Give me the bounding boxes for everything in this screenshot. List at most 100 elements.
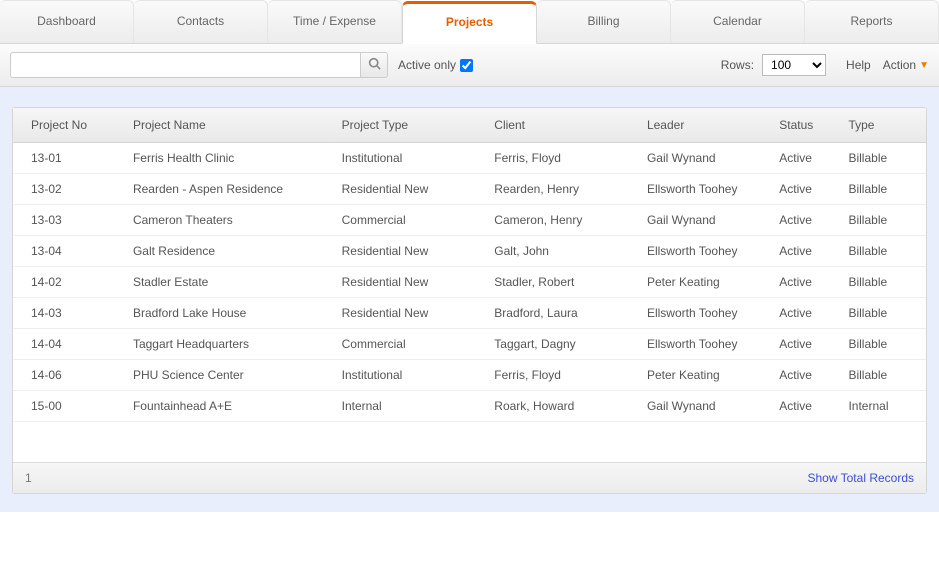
cell-btype: Billable xyxy=(840,298,926,329)
search-button[interactable] xyxy=(360,52,388,78)
table-row[interactable]: 15-00Fountainhead A+EInternalRoark, Howa… xyxy=(13,391,926,422)
table-row[interactable]: 14-02Stadler EstateResidential NewStadle… xyxy=(13,267,926,298)
cell-name: Cameron Theaters xyxy=(125,205,334,236)
cell-client: Stadler, Robert xyxy=(486,267,639,298)
col-header[interactable]: Status xyxy=(771,108,840,143)
cell-leader: Gail Wynand xyxy=(639,205,771,236)
col-header[interactable]: Type xyxy=(840,108,926,143)
cell-leader: Ellsworth Toohey xyxy=(639,174,771,205)
active-only-label: Active only xyxy=(398,58,456,72)
table-row[interactable]: 14-06PHU Science CenterInstitutionalFerr… xyxy=(13,360,926,391)
content-area: Project NoProject NameProject TypeClient… xyxy=(0,87,939,512)
cell-no: 13-02 xyxy=(13,174,125,205)
tab-bar: DashboardContactsTime / ExpenseProjectsB… xyxy=(0,0,939,44)
cell-btype: Billable xyxy=(840,329,926,360)
cell-status: Active xyxy=(771,391,840,422)
cell-name: Galt Residence xyxy=(125,236,334,267)
rows-label: Rows: xyxy=(721,58,754,72)
col-header[interactable]: Project Name xyxy=(125,108,334,143)
tab-contacts[interactable]: Contacts xyxy=(134,0,268,43)
rows-select[interactable]: 100 xyxy=(762,54,826,76)
cell-name: Taggart Headquarters xyxy=(125,329,334,360)
cell-no: 14-04 xyxy=(13,329,125,360)
cell-no: 13-04 xyxy=(13,236,125,267)
cell-name: Rearden - Aspen Residence xyxy=(125,174,334,205)
cell-ptype: Commercial xyxy=(334,329,487,360)
cell-ptype: Institutional xyxy=(334,360,487,391)
cell-no: 14-02 xyxy=(13,267,125,298)
cell-status: Active xyxy=(771,205,840,236)
cell-status: Active xyxy=(771,329,840,360)
cell-name: Bradford Lake House xyxy=(125,298,334,329)
cell-ptype: Residential New xyxy=(334,298,487,329)
cell-btype: Billable xyxy=(840,360,926,391)
tab-reports[interactable]: Reports xyxy=(805,0,939,43)
cell-ptype: Residential New xyxy=(334,267,487,298)
action-menu[interactable]: Action ▼ xyxy=(883,58,929,72)
cell-no: 13-03 xyxy=(13,205,125,236)
cell-status: Active xyxy=(771,298,840,329)
cell-no: 14-06 xyxy=(13,360,125,391)
cell-ptype: Commercial xyxy=(334,205,487,236)
tab-billing[interactable]: Billing xyxy=(537,0,671,43)
col-header[interactable]: Client xyxy=(486,108,639,143)
cell-no: 13-01 xyxy=(13,143,125,174)
cell-btype: Billable xyxy=(840,267,926,298)
cell-btype: Internal xyxy=(840,391,926,422)
cell-btype: Billable xyxy=(840,174,926,205)
col-header[interactable]: Leader xyxy=(639,108,771,143)
projects-panel: Project NoProject NameProject TypeClient… xyxy=(12,107,927,494)
projects-table: Project NoProject NameProject TypeClient… xyxy=(13,108,926,422)
cell-leader: Gail Wynand xyxy=(639,391,771,422)
page-number[interactable]: 1 xyxy=(25,471,32,485)
cell-client: Galt, John xyxy=(486,236,639,267)
cell-btype: Billable xyxy=(840,143,926,174)
chevron-down-icon: ▼ xyxy=(919,60,929,71)
tab-calendar[interactable]: Calendar xyxy=(671,0,805,43)
cell-leader: Peter Keating xyxy=(639,267,771,298)
col-header[interactable]: Project No xyxy=(13,108,125,143)
cell-client: Ferris, Floyd xyxy=(486,360,639,391)
active-only-toggle[interactable]: Active only xyxy=(398,58,473,72)
table-row[interactable]: 13-02Rearden - Aspen ResidenceResidentia… xyxy=(13,174,926,205)
cell-status: Active xyxy=(771,236,840,267)
cell-leader: Ellsworth Toohey xyxy=(639,236,771,267)
search-wrap xyxy=(10,52,388,78)
search-icon xyxy=(368,57,381,73)
cell-status: Active xyxy=(771,143,840,174)
cell-leader: Gail Wynand xyxy=(639,143,771,174)
action-label: Action xyxy=(883,58,916,72)
cell-name: PHU Science Center xyxy=(125,360,334,391)
col-header[interactable]: Project Type xyxy=(334,108,487,143)
active-only-checkbox[interactable] xyxy=(460,59,473,72)
table-row[interactable]: 13-03Cameron TheatersCommercialCameron, … xyxy=(13,205,926,236)
cell-name: Fountainhead A+E xyxy=(125,391,334,422)
cell-client: Bradford, Laura xyxy=(486,298,639,329)
cell-status: Active xyxy=(771,360,840,391)
tab-dashboard[interactable]: Dashboard xyxy=(0,0,134,43)
cell-btype: Billable xyxy=(840,236,926,267)
cell-ptype: Residential New xyxy=(334,174,487,205)
cell-client: Ferris, Floyd xyxy=(486,143,639,174)
search-input[interactable] xyxy=(10,52,360,78)
table-row[interactable]: 13-01Ferris Health ClinicInstitutionalFe… xyxy=(13,143,926,174)
table-row[interactable]: 13-04Galt ResidenceResidential NewGalt, … xyxy=(13,236,926,267)
cell-ptype: Internal xyxy=(334,391,487,422)
cell-no: 15-00 xyxy=(13,391,125,422)
table-row[interactable]: 14-03Bradford Lake HouseResidential NewB… xyxy=(13,298,926,329)
cell-leader: Peter Keating xyxy=(639,360,771,391)
cell-client: Taggart, Dagny xyxy=(486,329,639,360)
pager: 1 Show Total Records xyxy=(13,462,926,493)
toolbar: Active only Rows: 100 Help Action ▼ xyxy=(0,44,939,87)
help-link[interactable]: Help xyxy=(846,58,871,72)
cell-client: Roark, Howard xyxy=(486,391,639,422)
show-total-records-link[interactable]: Show Total Records xyxy=(808,471,915,485)
cell-status: Active xyxy=(771,267,840,298)
cell-leader: Ellsworth Toohey xyxy=(639,329,771,360)
table-row[interactable]: 14-04Taggart HeadquartersCommercialTagga… xyxy=(13,329,926,360)
cell-name: Stadler Estate xyxy=(125,267,334,298)
tab-time-expense[interactable]: Time / Expense xyxy=(268,0,402,43)
cell-ptype: Residential New xyxy=(334,236,487,267)
tab-projects[interactable]: Projects xyxy=(402,1,537,44)
cell-btype: Billable xyxy=(840,205,926,236)
